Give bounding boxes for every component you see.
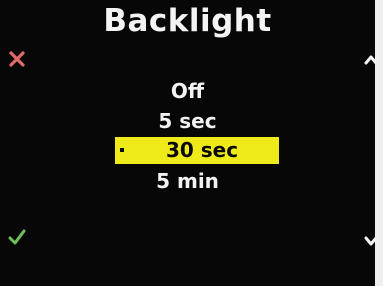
option-label: 5 sec (158, 109, 217, 133)
option-off[interactable]: Off (0, 78, 375, 105)
check-icon[interactable] (8, 228, 26, 250)
option-label: Off (170, 79, 205, 103)
chevron-down-icon[interactable] (364, 232, 378, 251)
page-title: Backlight (103, 3, 272, 39)
close-icon[interactable] (8, 50, 26, 72)
selection-bullet-icon (120, 148, 124, 152)
option-5-min[interactable]: 5 min (0, 168, 375, 195)
option-label: 5 min (156, 169, 219, 193)
option-30-sec-selected[interactable]: 30 sec (115, 137, 279, 164)
chevron-up-icon[interactable] (364, 51, 378, 70)
option-5-sec[interactable]: 5 sec (0, 108, 375, 135)
option-label: 30 sec (165, 138, 239, 162)
device-screen: Backlight Off 5 sec 30 sec 5 min (0, 0, 383, 286)
